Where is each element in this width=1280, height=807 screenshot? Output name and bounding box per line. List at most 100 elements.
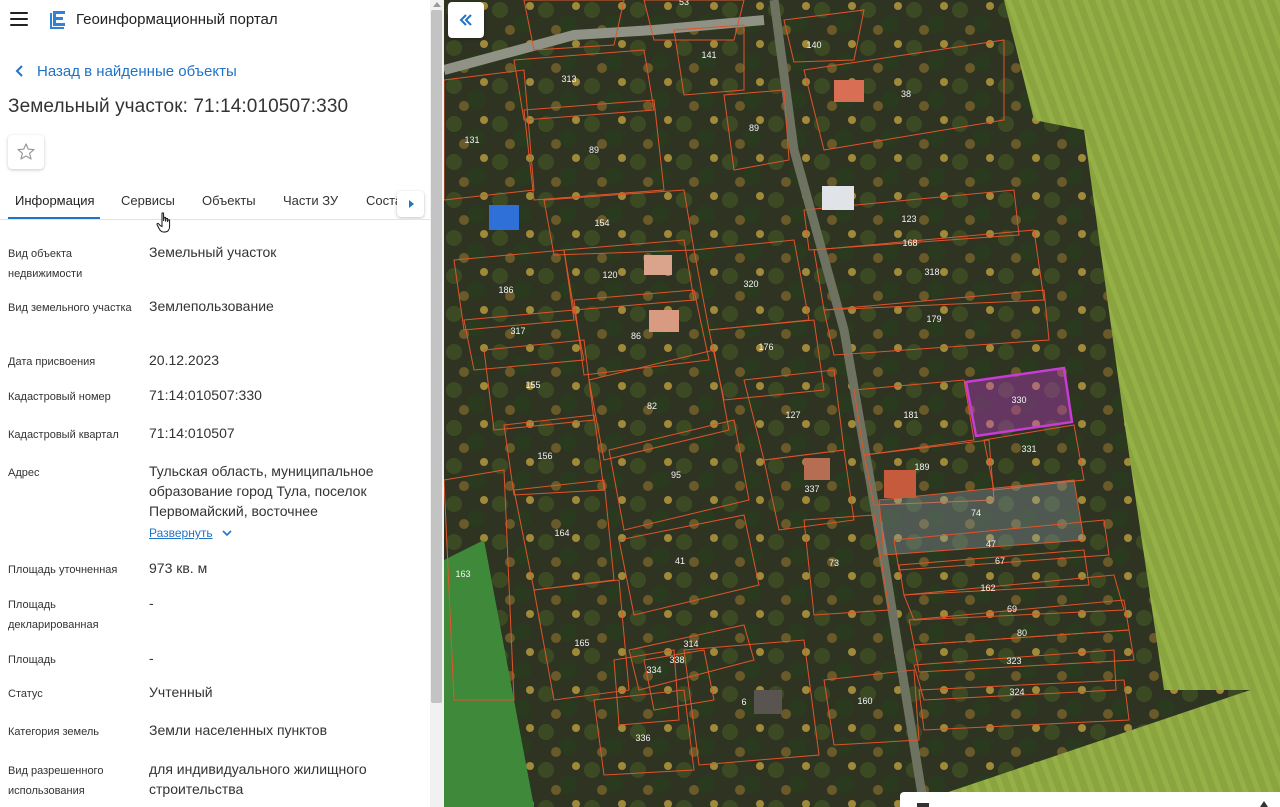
attribute-label: Вид земельного участка: [8, 302, 132, 314]
attribute-label: Кадастровый квартал: [8, 429, 119, 441]
parcel-number-label: 141: [701, 50, 716, 60]
map-view[interactable]: 53 140 141 313 38 89 131 89 123 168 154 318 186 320 12…: [444, 0, 1280, 807]
app-title: Геоинформационный портал: [76, 11, 278, 28]
parcel-number-label: 127: [785, 410, 800, 420]
chevron-right-icon[interactable]: [397, 191, 424, 217]
tab-parcel-parts[interactable]: Части ЗУ: [283, 193, 338, 208]
tab-bar: Информация Сервисы Объекты Части ЗУ Сост…: [0, 182, 430, 220]
star-icon: [17, 143, 35, 160]
parcel-number-label: 89: [749, 123, 759, 133]
parcel-number-label: 186: [498, 285, 513, 295]
parcel-number-label: 131: [464, 135, 479, 145]
parcel-number-label: 336: [635, 733, 650, 743]
parcel-number-label: 82: [647, 401, 657, 411]
expand-card-icon[interactable]: [1260, 801, 1268, 807]
parcel-number-label: 156: [537, 451, 552, 461]
parcel-number-label: 53: [679, 0, 689, 7]
attribute-value: для индивидуального жилищного строительс…: [149, 761, 367, 797]
parcel-number-label: 74: [971, 508, 981, 518]
parcel-number-label: 318: [924, 267, 939, 277]
attribute-value: 71:14:010507:330: [149, 387, 262, 403]
double-chevron-left-icon: [459, 14, 472, 26]
parcel-number-label: 330: [1011, 395, 1026, 405]
expand-address-link[interactable]: Развернуть: [149, 526, 233, 540]
map-bottom-card[interactable]: [900, 792, 1280, 807]
parcel-number-label: 38: [901, 89, 911, 99]
chevron-down-icon: [222, 530, 232, 537]
parcel-number-label: 95: [671, 470, 681, 480]
parcel-number-label: 181: [903, 410, 918, 420]
parcel-number-label: 165: [574, 638, 589, 648]
attribute-label: Кадастровый номер: [8, 391, 111, 403]
scroll-up-arrow-icon[interactable]: [433, 2, 441, 7]
parcel-number-label: 80: [1017, 628, 1027, 638]
parcel-number-label: 338: [669, 655, 684, 665]
attribute-value: Земли населенных пунктов: [149, 722, 328, 738]
attribute-value: 973 кв. м: [149, 560, 208, 576]
parcel-number-label: 140: [806, 40, 821, 50]
parcel-number-label: 168: [902, 238, 917, 248]
scrollbar-thumb[interactable]: [431, 10, 442, 703]
attribute-value: 20.12.2023: [149, 352, 220, 368]
tab-services[interactable]: Сервисы: [121, 193, 175, 208]
parcel-number-label: 320: [743, 279, 758, 289]
back-to-results-link[interactable]: Назад в найденные объекты: [12, 61, 237, 81]
attribute-value: Землепользование: [149, 298, 274, 314]
parcel-number-label: 67: [995, 556, 1005, 566]
attribute-label: Категория земель: [8, 726, 99, 738]
info-panel: Геоинформационный портал Назад в найденн…: [0, 0, 444, 807]
parcel-number-label: 160: [857, 696, 872, 706]
parcel-number-label: 89: [589, 145, 599, 155]
parcel-number-label: 313: [561, 74, 576, 84]
card-handle-icon: [917, 803, 929, 807]
parcel-number-label: 323: [1006, 656, 1021, 666]
back-link-label: Назад в найденные объекты: [37, 62, 237, 80]
parcel-number-label: 73: [829, 558, 839, 568]
parcel-number-label: 69: [1007, 604, 1017, 614]
attribute-label: Дата присвоения: [8, 356, 96, 368]
parcel-number-label: 314: [683, 639, 698, 649]
parcel-number-label: 123: [901, 214, 916, 224]
parcel-number-label: 317: [510, 326, 525, 336]
parcel-number-label: 163: [455, 569, 470, 579]
top-bar: Геоинформационный портал: [0, 0, 430, 40]
active-tab-indicator: [8, 217, 100, 219]
attribute-label: Статус: [8, 688, 43, 700]
parcel-number-label: 189: [914, 462, 929, 472]
favorite-button[interactable]: [8, 135, 44, 169]
tab-information[interactable]: Информация: [15, 193, 95, 208]
parcel-number-label: 154: [594, 218, 609, 228]
collapse-panel-button[interactable]: [448, 2, 484, 38]
parcel-number-label: 324: [1009, 687, 1024, 697]
portal-logo-icon: [50, 11, 65, 29]
parcel-number-label: 6: [741, 697, 746, 707]
page-title: Земельный участок: 71:14:010507:330: [8, 96, 349, 117]
parcel-number-label: 331: [1021, 444, 1036, 454]
attribute-value: 71:14:010507: [149, 425, 235, 441]
attribute-value: Тульская область, муниципальное образова…: [149, 463, 374, 519]
parcel-number-label: 337: [804, 484, 819, 494]
parcel-number-label: 176: [758, 342, 773, 352]
parcel-number-label: 334: [646, 665, 661, 675]
parcel-number-label: 155: [525, 380, 540, 390]
attribute-label: Адрес: [8, 467, 40, 479]
attribute-value: Земельный участок: [149, 244, 277, 260]
parcel-number-label: 41: [675, 556, 685, 566]
parcel-number-label: 179: [926, 314, 941, 324]
tab-objects[interactable]: Объекты: [202, 193, 256, 208]
attribute-value: -: [149, 595, 154, 611]
satellite-map[interactable]: 53 140 141 313 38 89 131 89 123 168 154 318 186 320 12…: [444, 0, 1280, 807]
attribute-label: Площадь: [8, 654, 56, 666]
attribute-value: Учтенный: [149, 684, 213, 700]
attribute-value: -: [149, 650, 154, 666]
hand-cursor-icon: [156, 212, 171, 233]
attribute-label: Вид разрешенного использования: [8, 765, 104, 797]
parcel-number-label: 162: [980, 583, 995, 593]
parcel-number-label: 164: [554, 528, 569, 538]
hamburger-menu-icon[interactable]: [10, 12, 28, 26]
attribute-label: Вид объекта недвижимости: [8, 248, 83, 280]
parcel-number-label: 120: [602, 270, 617, 280]
expand-label: Развернуть: [149, 526, 213, 540]
chevron-left-icon: [15, 65, 23, 77]
attribute-label: Площадь декларированная: [8, 599, 99, 631]
